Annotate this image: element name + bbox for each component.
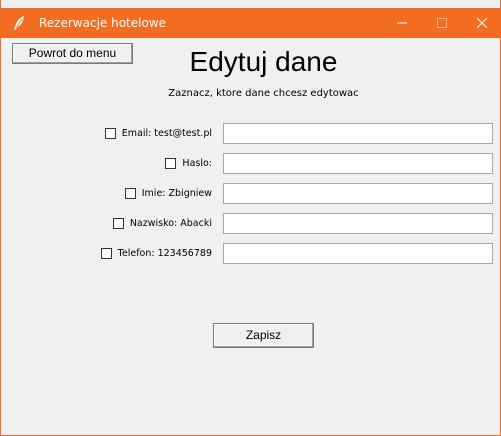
imie-checkbox[interactable] xyxy=(124,188,136,199)
imie-label: Imie: Zbigniew xyxy=(141,188,212,199)
feather-icon xyxy=(11,15,27,31)
email-checkbox[interactable] xyxy=(104,128,116,139)
page-subtitle: Zaznacz, ktore dane chcesz edytowac xyxy=(168,88,359,99)
haslo-checkbox-label[interactable]: Haslo: xyxy=(165,157,212,170)
email-checkbox-label[interactable]: Email: test@test.pl xyxy=(104,127,212,140)
close-button[interactable] xyxy=(462,8,501,38)
nazwisko-input[interactable] xyxy=(223,213,493,234)
haslo-checkbox[interactable] xyxy=(165,158,177,169)
close-icon xyxy=(477,18,487,28)
page-title: Edytuj dane xyxy=(189,46,338,77)
imie-checkbox-label[interactable]: Imie: Zbigniew xyxy=(124,187,212,200)
window-title: Rezerwacje hotelowe xyxy=(39,16,167,30)
telefon-input[interactable] xyxy=(223,243,493,264)
field-row-email: Email: test@test.pl xyxy=(1,123,501,145)
field-row-imie: Imie: Zbigniew xyxy=(1,183,501,205)
telefon-checkbox-label[interactable]: Telefon: 123456789 xyxy=(100,247,212,260)
maximize-icon xyxy=(437,18,447,28)
app-window: Rezerwacje hotelowe Powrot do menu Edytu… xyxy=(0,0,501,436)
nazwisko-checkbox-label[interactable]: Nazwisko: Abacki xyxy=(112,217,212,230)
save-button[interactable]: Zapisz xyxy=(213,323,314,348)
minimize-icon xyxy=(397,22,407,24)
maximize-button[interactable] xyxy=(422,8,462,38)
haslo-input[interactable] xyxy=(223,153,493,174)
haslo-label: Haslo: xyxy=(182,158,212,169)
field-row-haslo: Haslo: xyxy=(1,153,501,175)
minimize-button[interactable] xyxy=(382,8,422,38)
nazwisko-label: Nazwisko: Abacki xyxy=(129,218,212,229)
telefon-label: Telefon: 123456789 xyxy=(117,248,212,259)
field-row-nazwisko: Nazwisko: Abacki xyxy=(1,213,501,235)
email-input[interactable] xyxy=(223,123,493,144)
telefon-checkbox[interactable] xyxy=(100,248,112,259)
title-bar[interactable]: Rezerwacje hotelowe xyxy=(1,8,501,38)
field-row-telefon: Telefon: 123456789 xyxy=(1,243,501,265)
back-to-menu-button[interactable]: Powrot do menu xyxy=(12,43,133,64)
email-label: Email: test@test.pl xyxy=(121,128,212,139)
imie-input[interactable] xyxy=(223,183,493,204)
nazwisko-checkbox[interactable] xyxy=(112,218,124,229)
